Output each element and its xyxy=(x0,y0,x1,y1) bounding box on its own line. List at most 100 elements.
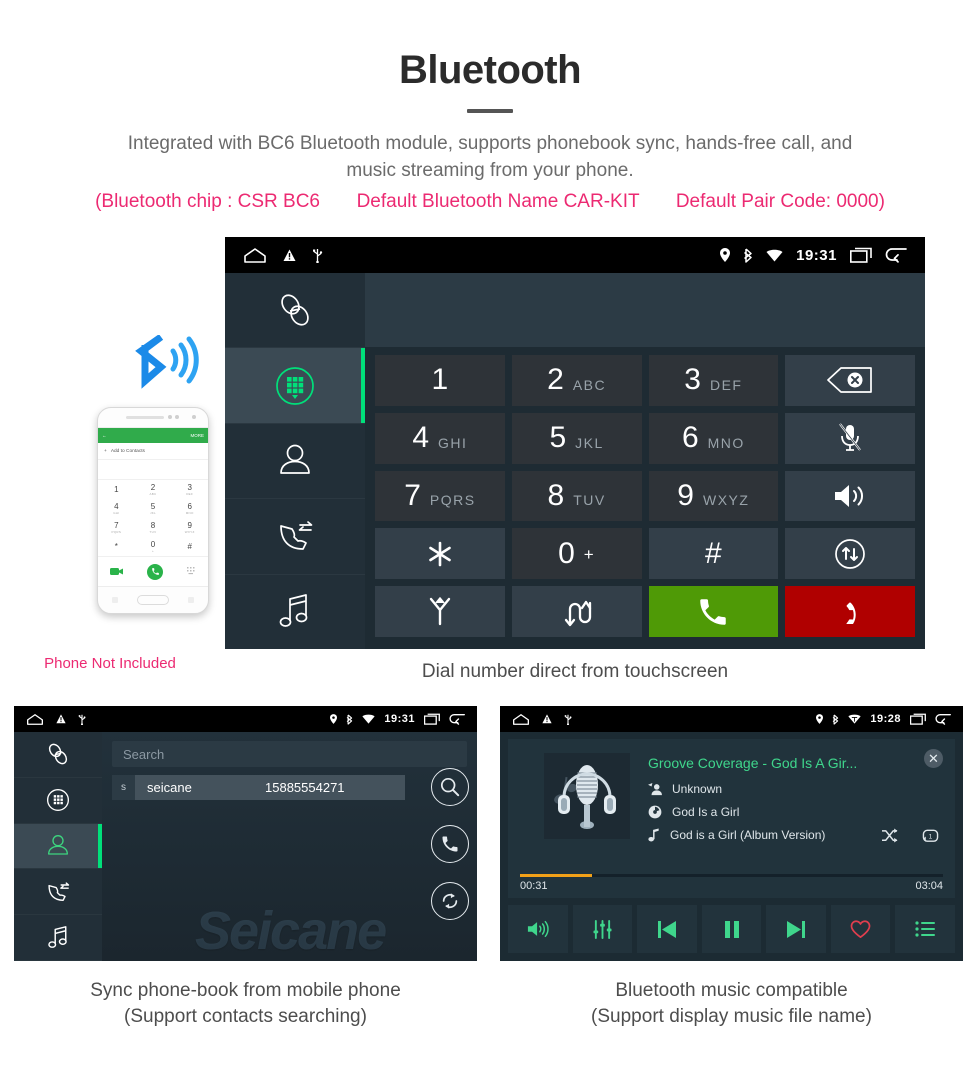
speaker-button[interactable] xyxy=(785,470,915,522)
time-total: 03:04 xyxy=(915,880,943,892)
player-controls xyxy=(508,905,956,953)
sidebar-item-pair-link[interactable] xyxy=(225,273,365,349)
contacts-caption-line-2: (Support contacts searching) xyxy=(124,1005,367,1027)
phone-key: 8 TUV xyxy=(149,520,157,534)
sidebar-item-contacts[interactable] xyxy=(14,823,102,870)
sidebar-item-music[interactable] xyxy=(225,575,365,649)
swap-call-icon xyxy=(561,597,593,627)
transfer-circle-icon xyxy=(834,538,866,570)
track-title: Groove Coverage - God Is A Gir... xyxy=(648,755,858,771)
status-time: 19:28 xyxy=(870,713,901,725)
key-5[interactable]: 5 JKL xyxy=(511,412,642,464)
call-button[interactable] xyxy=(648,586,779,637)
hangup-button[interactable] xyxy=(785,586,915,637)
progress-bar[interactable]: 00:31 03:04 xyxy=(520,874,943,892)
music-note-icon xyxy=(46,924,71,952)
favorite-button[interactable] xyxy=(830,905,891,953)
usb-icon xyxy=(78,714,86,725)
volume-button[interactable] xyxy=(508,905,568,953)
home-icon[interactable] xyxy=(243,247,267,263)
phone-screen: ← MORE + Add to Contacts 1 2 ABC 3 DEF 4 GH… xyxy=(98,427,208,587)
subtitle-line-1: Integrated with BC6 Bluetooth module, su… xyxy=(127,133,853,154)
key-9[interactable]: 9 WXYZ xyxy=(648,470,779,522)
equalizer-icon xyxy=(593,919,612,939)
home-icon[interactable] xyxy=(512,713,530,725)
swap-call-button[interactable] xyxy=(511,586,642,637)
phone-key: 1 xyxy=(114,484,119,494)
sidebar-item-dialpad[interactable] xyxy=(14,778,102,824)
back-icon[interactable] xyxy=(935,713,951,725)
playlist-button[interactable] xyxy=(895,905,956,953)
music-caption-line-1: Bluetooth music compatible xyxy=(615,980,848,1001)
contacts-sidebar xyxy=(14,732,102,961)
sidebar-item-pair-link[interactable] xyxy=(14,732,102,778)
call-button[interactable] xyxy=(431,825,469,863)
key-hash[interactable]: # xyxy=(648,528,779,580)
previous-button[interactable] xyxy=(637,905,697,953)
title-divider xyxy=(467,109,513,113)
key-7[interactable]: 7 PQRS xyxy=(375,470,505,522)
key-4[interactable]: 4 GHI xyxy=(375,412,505,464)
warning-icon xyxy=(56,714,66,724)
key-0[interactable]: 0 + xyxy=(511,528,642,580)
number-display[interactable] xyxy=(365,273,925,347)
dialer-keypad: 1 2 ABC 3 DEF 4 GHI 5 JKL 6 MNO 7 PQRS 8 TU xyxy=(365,347,925,649)
mute-button[interactable] xyxy=(785,412,915,464)
contact-list-item[interactable]: s seicane 15885554271 xyxy=(112,775,405,800)
wifi-icon xyxy=(766,249,783,262)
sidebar-item-call-history[interactable] xyxy=(14,869,102,916)
search-button[interactable] xyxy=(431,768,469,806)
heart-icon xyxy=(850,919,871,939)
key-asterisk[interactable] xyxy=(375,528,505,580)
music-screenshot: 19:28 Groove Coverage - God Is A Gir... … xyxy=(500,706,963,961)
music-note-icon xyxy=(276,591,314,633)
location-icon xyxy=(816,714,824,724)
status-time: 19:31 xyxy=(796,246,837,264)
shuffle-icon[interactable] xyxy=(881,828,898,844)
phone-key: 6 MNO xyxy=(185,501,194,515)
recents-icon[interactable] xyxy=(850,247,872,263)
phone-device: ← MORE + Add to Contacts 1 2 ABC 3 DEF 4 GH… xyxy=(97,407,209,614)
backspace-button[interactable] xyxy=(785,355,915,406)
phone-key: 7 PQRS xyxy=(111,520,122,534)
close-icon[interactable]: ✕ xyxy=(924,749,943,768)
search-input[interactable]: Search xyxy=(112,741,467,767)
phone-keypad-hide-icon xyxy=(187,567,196,576)
next-button[interactable] xyxy=(766,905,826,953)
phone-call-icon xyxy=(147,563,163,580)
recents-icon[interactable] xyxy=(910,713,926,725)
sidebar-item-music[interactable] xyxy=(14,915,102,961)
back-icon[interactable] xyxy=(885,247,907,263)
repeat-one-icon[interactable]: 1 xyxy=(922,828,939,844)
sidebar-item-call-history[interactable] xyxy=(225,499,365,575)
key-1[interactable]: 1 xyxy=(375,355,505,406)
key-8[interactable]: 8 TUV xyxy=(511,470,642,522)
home-icon[interactable] xyxy=(26,713,44,725)
contact-name: seicane xyxy=(147,780,192,795)
key-2[interactable]: 2 ABC xyxy=(511,355,642,406)
sync-button[interactable] xyxy=(431,882,469,920)
contacts-caption-line-1: Sync phone-book from mobile phone xyxy=(90,980,401,1001)
contacts-screenshot: 19:31 Search s seicane 15885554271 xyxy=(14,706,477,961)
sidebar-item-contacts[interactable] xyxy=(225,424,365,500)
dialpad-icon xyxy=(272,363,318,409)
key-6[interactable]: 6 MNO xyxy=(648,412,779,464)
next-icon xyxy=(786,920,806,939)
wifi-icon xyxy=(362,714,375,724)
key-3[interactable]: 3 DEF xyxy=(648,355,779,406)
equalizer-button[interactable] xyxy=(572,905,633,953)
phone-keypad: 1 2 ABC 3 DEF 4 GHI 5 JKL 6 MNO 7 PQRS 8 TUV 9W… xyxy=(98,480,208,556)
transfer-audio-button[interactable] xyxy=(785,528,915,580)
merge-call-button[interactable] xyxy=(375,586,505,637)
recents-icon[interactable] xyxy=(424,713,440,725)
previous-icon xyxy=(657,920,677,939)
phone-key: * xyxy=(114,541,118,551)
sidebar-item-dialpad[interactable] xyxy=(225,348,365,424)
page-subtitle: Integrated with BC6 Bluetooth module, su… xyxy=(0,131,980,185)
pause-button[interactable] xyxy=(701,905,762,953)
time-elapsed: 00:31 xyxy=(520,880,548,892)
dialer-screenshot: 19:31 1 2 ABC 3 DEF 4 GHI 5 JKL 6 MNO 7 … xyxy=(225,237,925,649)
music-note-icon xyxy=(648,828,660,842)
back-icon[interactable] xyxy=(449,713,465,725)
call-icon xyxy=(696,595,730,629)
